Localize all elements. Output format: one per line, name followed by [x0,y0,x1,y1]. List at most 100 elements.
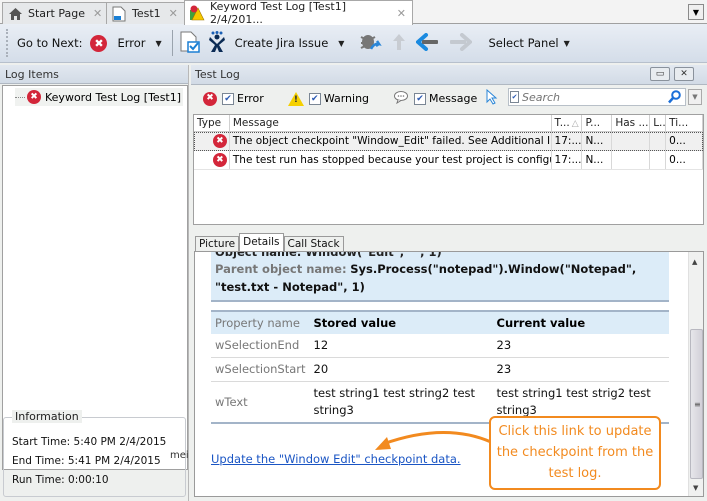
details-scrollbar[interactable]: ▲ ≡ ▼ [688,252,703,496]
tab-picture[interactable]: Picture [195,236,240,252]
test-log-header: Test Log [191,65,707,85]
row-message: The test run has stopped because your te… [230,151,552,169]
bug-arrow-icon [358,31,383,56]
tree-item-keyword-test-log[interactable]: ✖ Keyword Test Log [Test1] [15,88,184,106]
column-time[interactable]: T... △ [552,115,583,131]
column-message[interactable]: Message [230,115,552,131]
chevron-down-icon[interactable]: ▼ [338,39,344,48]
search-input[interactable] [522,90,670,104]
column-time-taken[interactable]: Ti... [666,115,703,131]
header-stored-value: Stored value [309,310,493,334]
log-toolbar: Go to Next: ✖ Error ▼ Create Jira Issue … [0,24,707,63]
message-filter-label: Message [429,92,478,105]
row-message: The object checkpoint "Window_Edit" fail… [230,132,552,150]
tab-list-dropdown[interactable]: ▼ [688,4,704,20]
restore-panel-button[interactable]: ▭ [650,67,670,81]
test-log-panel: Test Log ▭ ✕ ✖ ✔ Error ! ✔ Warning ✔ Mes… [191,65,707,501]
row-has-picture [612,132,651,150]
search-icon[interactable] [668,90,681,107]
testcomplete-window: Start Page ✕ Test1 ✕ Keyword Test Log [T… [0,0,707,501]
toolbar-separator [171,30,173,56]
checkpoint-button[interactable] [179,30,201,57]
go-to-next-text: Go to Next: [17,36,83,50]
information-group: Information Start Time: 5:40 PM 2/4/2015… [3,410,189,497]
header-property-name: Property name [211,310,310,334]
jira-icon [207,30,227,56]
object-info: Object name: Window("Edit", "", 1) Paren… [211,252,669,302]
warning-checkbox[interactable]: ✔ [308,92,321,105]
close-panel-button[interactable]: ✕ [674,67,694,81]
close-icon[interactable]: ✕ [93,7,102,20]
table-row[interactable]: ✖ The object checkpoint "Window_Edit" fa… [194,132,703,151]
parent-object-label: Parent object name: [215,262,347,276]
row-type: ✖ [194,151,230,169]
table-row: wSelectionEnd 12 23 [211,334,669,358]
tab-start-page[interactable]: Start Page ✕ [2,2,110,24]
filter-bar: ✖ ✔ Error ! ✔ Warning ✔ Message ✔ Search… [191,86,707,111]
arrow-right-icon [448,32,474,54]
event-filter[interactable] [486,88,498,108]
column-link[interactable]: L... [650,115,667,131]
callout-arrow-icon [375,430,492,450]
scrollbar-thumb[interactable]: ≡ [690,329,703,479]
column-time-label: T... [554,117,570,129]
tree-item-label: Keyword Test Log [Test1] [45,90,182,104]
go-to-next-error-button[interactable]: ✖ Error ▼ [90,34,162,52]
chevron-down-icon[interactable]: ▼ [156,39,162,48]
tab-keyword-test-log[interactable]: Keyword Test Log [Test1] 2/4/201... ✕ [184,0,413,26]
row-time: 17:... [552,151,583,169]
row-time-taken: 0... [666,151,703,169]
tab-test1[interactable]: Test1 ✕ [106,2,185,24]
close-icon[interactable]: ✕ [169,7,178,20]
toolbar-grip[interactable] [6,29,9,57]
create-jira-issue-button[interactable]: Create Jira Issue ▼ [207,30,344,56]
details-pane: Object name: Window("Edit", "", 1) Paren… [194,251,704,497]
column-has-picture[interactable]: Has ... [612,115,651,131]
property-name: wSelectionEnd [211,334,310,358]
column-priority[interactable]: P... [582,115,613,131]
go-to-parent-button[interactable] [390,32,408,55]
error-icon: ✖ [27,90,41,104]
table-row[interactable]: ✖ The test run has stopped because your … [194,151,703,170]
column-type[interactable]: Type [194,115,230,131]
scroll-down-icon[interactable]: ▼ [693,484,698,492]
row-priority: N... [582,151,613,169]
create-jira-label: Create Jira Issue [234,36,329,50]
test-log-warning-icon [189,5,205,21]
document-tab-strip: Start Page ✕ Test1 ✕ Keyword Test Log [T… [0,0,707,26]
parent-object-value: Sys.Process("notepad").Window("Notepad", [350,262,637,276]
panel-title: Log Items [5,67,59,81]
panel-title: Test Log [195,68,240,81]
close-icon[interactable]: ✕ [397,7,406,20]
back-button[interactable] [415,32,440,54]
row-link [650,132,667,150]
property-table: Property name Stored value Current value… [211,310,669,424]
cursor-icon [486,88,498,108]
tab-details[interactable]: Details [239,233,284,252]
warning-filter[interactable]: ! ✔ Warning [287,91,369,106]
warning-icon: ! [287,91,304,106]
tree-connector [15,96,25,98]
property-name: wText [211,381,310,424]
chevron-down-icon: ▼ [563,38,570,48]
error-checkbox[interactable]: ✔ [222,92,234,105]
tab-call-stack[interactable]: Call Stack [283,236,344,252]
bug-tracker-button[interactable] [358,31,383,56]
log-items-header: Log Items [0,65,188,84]
select-panel-button[interactable]: Select Panel ▼ [488,36,569,50]
error-filter-label: Error [237,92,264,105]
forward-button[interactable] [448,32,474,54]
error-icon: ✖ [90,34,108,52]
search-options-dropdown[interactable]: ▼ [688,89,702,105]
message-icon [393,90,409,107]
message-filter[interactable]: ✔ Message [393,90,477,107]
home-icon [7,6,23,22]
scroll-up-icon[interactable]: ▲ [692,258,697,266]
tab-label: Keyword Test Log [Test1] 2/4/201... [210,0,347,26]
error-filter[interactable]: ✖ ✔ Error [203,91,264,106]
stored-value: 12 [309,334,493,358]
search-box[interactable]: ✔ [508,88,686,106]
search-checkbox[interactable]: ✔ [510,91,519,103]
message-checkbox[interactable]: ✔ [414,92,427,105]
property-name: wSelectionStart [211,357,310,382]
